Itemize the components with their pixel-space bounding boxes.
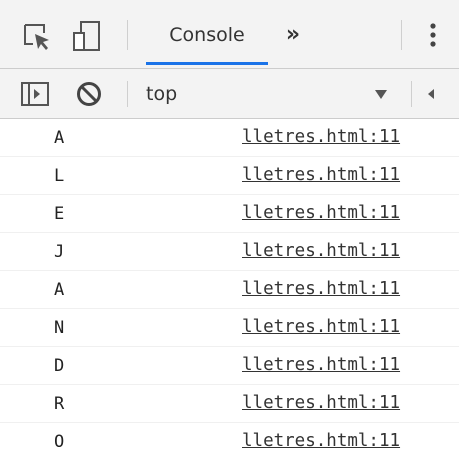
clear-console-icon[interactable] bbox=[73, 78, 105, 110]
kebab-menu-icon[interactable] bbox=[419, 19, 447, 51]
more-tabs-icon[interactable]: » bbox=[278, 20, 308, 48]
console-message-text: N bbox=[54, 318, 65, 338]
console-message-source-link[interactable]: lletres.html:11 bbox=[242, 393, 400, 413]
devtools-tab-bar: Console » bbox=[0, 0, 459, 69]
console-message-source-link[interactable]: lletres.html:11 bbox=[242, 279, 400, 299]
console-message-source-link[interactable]: lletres.html:11 bbox=[242, 317, 400, 337]
collapse-arrow-icon[interactable] bbox=[424, 85, 438, 103]
execution-context-select[interactable]: top bbox=[136, 75, 400, 113]
execution-context-value: top bbox=[146, 83, 178, 105]
active-tab-indicator bbox=[146, 62, 268, 65]
console-message: Llletres.html:11 bbox=[0, 157, 459, 195]
console-message-text: A bbox=[54, 128, 65, 148]
console-message-text: J bbox=[54, 242, 65, 262]
devtools-panel: Console » top A lletres.html:11 L lletre… bbox=[0, 0, 459, 455]
console-message: Alletres.html:11 bbox=[0, 271, 459, 309]
console-message: Alletres.html:11 bbox=[0, 119, 459, 157]
console-message-source-link[interactable]: lletres.html:11 bbox=[242, 355, 400, 375]
dropdown-arrow-icon bbox=[375, 90, 387, 99]
toolbar-divider bbox=[401, 20, 402, 50]
console-message-text: L bbox=[54, 166, 65, 186]
device-toolbar-icon[interactable] bbox=[72, 20, 102, 52]
console-messages: Alletres.html:11 Llletres.html:11 Elletres… bbox=[0, 119, 459, 455]
console-message-source-link[interactable]: lletres.html:11 bbox=[242, 203, 400, 223]
toolbar-divider bbox=[127, 20, 128, 50]
console-message: Elletres.html:11 bbox=[0, 195, 459, 233]
console-message: Nlletres.html:11 bbox=[0, 309, 459, 347]
console-message: Jlletres.html:11 bbox=[0, 233, 459, 271]
tab-console[interactable]: Console bbox=[146, 0, 268, 69]
console-message-source-link[interactable]: lletres.html:11 bbox=[242, 127, 400, 147]
console-message-text: R bbox=[54, 394, 65, 414]
console-message-source-link[interactable]: lletres.html:11 bbox=[242, 241, 400, 261]
console-message-source-link[interactable]: lletres.html:11 bbox=[242, 165, 400, 185]
console-message: Olletres.html:11 bbox=[0, 423, 459, 455]
console-message: Dlletres.html:11 bbox=[0, 347, 459, 385]
toolbar-divider bbox=[127, 81, 128, 107]
sidebar-toggle-icon[interactable] bbox=[20, 80, 50, 108]
console-message-text: E bbox=[54, 204, 65, 224]
console-toolbar: top bbox=[0, 69, 459, 119]
toolbar-divider bbox=[411, 81, 412, 107]
inspect-element-icon[interactable] bbox=[22, 22, 52, 52]
console-message: Rlletres.html:11 bbox=[0, 385, 459, 423]
console-message-text: D bbox=[54, 356, 65, 376]
console-message-text: A bbox=[54, 280, 65, 300]
console-message-text: O bbox=[54, 432, 65, 452]
console-message-source-link[interactable]: lletres.html:11 bbox=[242, 431, 400, 451]
